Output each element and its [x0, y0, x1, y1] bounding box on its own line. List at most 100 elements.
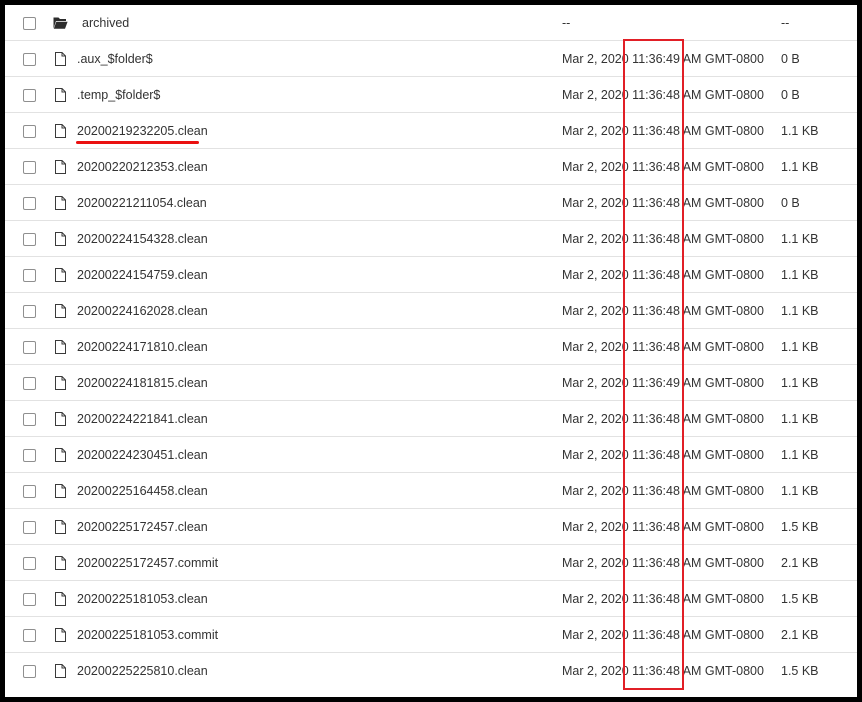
size-cell: 1.1 KB: [781, 376, 819, 390]
annotation-underline: [76, 141, 199, 144]
file-icon: [53, 519, 68, 535]
file-name-link[interactable]: 20200224221841.clean: [77, 412, 208, 426]
folder-name-link[interactable]: archived: [82, 16, 129, 30]
file-row[interactable]: 20200225225810.clean Mar 2, 2020 11:36:48…: [5, 653, 857, 689]
file-icon: [53, 555, 68, 571]
row-checkbox[interactable]: [23, 593, 36, 606]
row-checkbox[interactable]: [23, 125, 36, 138]
file-icon: [53, 51, 68, 67]
last-modified-cell: Mar 2, 2020 11:36:49 AM GMT-0800: [562, 52, 764, 66]
size-cell: 0 B: [781, 88, 800, 102]
file-name-link[interactable]: 20200225225810.clean: [77, 664, 208, 678]
file-icon: [53, 159, 68, 175]
file-row[interactable]: 20200224181815.clean Mar 2, 2020 11:36:49…: [5, 365, 857, 401]
file-row[interactable]: .temp_$folder$ Mar 2, 2020 11:36:48 AM GM…: [5, 77, 857, 113]
size-cell: 1.5 KB: [781, 592, 819, 606]
file-icon: [53, 447, 68, 463]
file-row[interactable]: 20200225181053.commit Mar 2, 2020 11:36:4…: [5, 617, 857, 653]
last-modified-cell: Mar 2, 2020 11:36:49 AM GMT-0800: [562, 376, 764, 390]
size-cell: 2.1 KB: [781, 628, 819, 642]
last-modified-cell: Mar 2, 2020 11:36:48 AM GMT-0800: [562, 448, 764, 462]
file-row[interactable]: .aux_$folder$ Mar 2, 2020 11:36:49 AM GMT…: [5, 41, 857, 77]
file-icon: [53, 411, 68, 427]
row-checkbox[interactable]: [23, 413, 36, 426]
file-row[interactable]: 20200224230451.clean Mar 2, 2020 11:36:48…: [5, 437, 857, 473]
row-checkbox[interactable]: [23, 197, 36, 210]
file-row[interactable]: 20200220212353.clean Mar 2, 2020 11:36:48…: [5, 149, 857, 185]
file-name-link[interactable]: 20200224181815.clean: [77, 376, 208, 390]
size-cell: 1.1 KB: [781, 412, 819, 426]
file-icon: [53, 195, 68, 211]
file-name-link[interactable]: 20200225181053.commit: [77, 628, 218, 642]
last-modified-cell: Mar 2, 2020 11:36:48 AM GMT-0800: [562, 160, 764, 174]
size-cell: 1.1 KB: [781, 340, 819, 354]
row-checkbox[interactable]: [23, 17, 36, 30]
size-cell: 0 B: [781, 52, 800, 66]
row-checkbox[interactable]: [23, 305, 36, 318]
file-name-link[interactable]: 20200224154759.clean: [77, 268, 208, 282]
file-name-link[interactable]: 20200221211054.clean: [77, 196, 207, 210]
row-checkbox[interactable]: [23, 89, 36, 102]
file-icon: [53, 483, 68, 499]
row-checkbox[interactable]: [23, 377, 36, 390]
file-name-link[interactable]: 20200225181053.clean: [77, 592, 208, 606]
file-row[interactable]: 20200225172457.clean Mar 2, 2020 11:36:48…: [5, 509, 857, 545]
row-checkbox[interactable]: [23, 449, 36, 462]
last-modified-cell: Mar 2, 2020 11:36:48 AM GMT-0800: [562, 520, 764, 534]
last-modified-cell: Mar 2, 2020 11:36:48 AM GMT-0800: [562, 592, 764, 606]
file-name-link[interactable]: 20200220212353.clean: [77, 160, 208, 174]
file-name-link[interactable]: 20200224171810.clean: [77, 340, 208, 354]
row-checkbox[interactable]: [23, 341, 36, 354]
size-cell: --: [781, 16, 790, 30]
file-name-link[interactable]: .temp_$folder$: [77, 88, 160, 102]
row-checkbox[interactable]: [23, 557, 36, 570]
last-modified-cell: Mar 2, 2020 11:36:48 AM GMT-0800: [562, 88, 764, 102]
size-cell: 1.5 KB: [781, 664, 819, 678]
last-modified-cell: Mar 2, 2020 11:36:48 AM GMT-0800: [562, 556, 764, 570]
file-row[interactable]: 20200224171810.clean Mar 2, 2020 11:36:48…: [5, 329, 857, 365]
size-cell: 1.5 KB: [781, 520, 819, 534]
file-icon: [53, 303, 68, 319]
file-row[interactable]: 20200224154759.clean Mar 2, 2020 11:36:48…: [5, 257, 857, 293]
row-checkbox[interactable]: [23, 665, 36, 678]
file-row[interactable]: 20200225181053.clean Mar 2, 2020 11:36:48…: [5, 581, 857, 617]
file-name-link[interactable]: 20200224154328.clean: [77, 232, 208, 246]
file-icon: [53, 627, 68, 643]
row-checkbox[interactable]: [23, 485, 36, 498]
row-checkbox[interactable]: [23, 629, 36, 642]
row-checkbox[interactable]: [23, 269, 36, 282]
file-icon: [53, 591, 68, 607]
file-row[interactable]: 20200221211054.clean Mar 2, 2020 11:36:48…: [5, 185, 857, 221]
file-browser-panel: archived -- -- .aux_$folder$ Mar 2, 2020 11:…: [5, 5, 857, 697]
file-name-link[interactable]: .aux_$folder$: [77, 52, 153, 66]
file-row[interactable]: 20200225172457.commit Mar 2, 2020 11:36:4…: [5, 545, 857, 581]
last-modified-cell: --: [562, 16, 571, 30]
file-name-link[interactable]: 20200219232205.clean: [77, 124, 208, 138]
row-checkbox[interactable]: [23, 521, 36, 534]
file-name-link[interactable]: 20200225164458.clean: [77, 484, 208, 498]
file-name-link[interactable]: 20200224162028.clean: [77, 304, 208, 318]
folder-row[interactable]: archived -- --: [5, 5, 857, 41]
file-icon: [53, 123, 68, 139]
file-icon: [53, 339, 68, 355]
size-cell: 2.1 KB: [781, 556, 819, 570]
row-checkbox[interactable]: [23, 233, 36, 246]
last-modified-cell: Mar 2, 2020 11:36:48 AM GMT-0800: [562, 124, 764, 138]
file-row[interactable]: 20200224154328.clean Mar 2, 2020 11:36:48…: [5, 221, 857, 257]
row-checkbox[interactable]: [23, 161, 36, 174]
file-row[interactable]: 20200224162028.clean Mar 2, 2020 11:36:48…: [5, 293, 857, 329]
file-name-link[interactable]: 20200225172457.clean: [77, 520, 208, 534]
size-cell: 1.1 KB: [781, 268, 819, 282]
size-cell: 1.1 KB: [781, 484, 819, 498]
folder-open-icon: [53, 15, 68, 31]
file-row[interactable]: 20200224221841.clean Mar 2, 2020 11:36:48…: [5, 401, 857, 437]
last-modified-cell: Mar 2, 2020 11:36:48 AM GMT-0800: [562, 196, 764, 210]
last-modified-cell: Mar 2, 2020 11:36:48 AM GMT-0800: [562, 304, 764, 318]
file-name-link[interactable]: 20200225172457.commit: [77, 556, 218, 570]
row-checkbox[interactable]: [23, 53, 36, 66]
file-icon: [53, 267, 68, 283]
file-name-link[interactable]: 20200224230451.clean: [77, 448, 208, 462]
last-modified-cell: Mar 2, 2020 11:36:48 AM GMT-0800: [562, 268, 764, 282]
file-icon: [53, 663, 68, 679]
file-row[interactable]: 20200225164458.clean Mar 2, 2020 11:36:48…: [5, 473, 857, 509]
